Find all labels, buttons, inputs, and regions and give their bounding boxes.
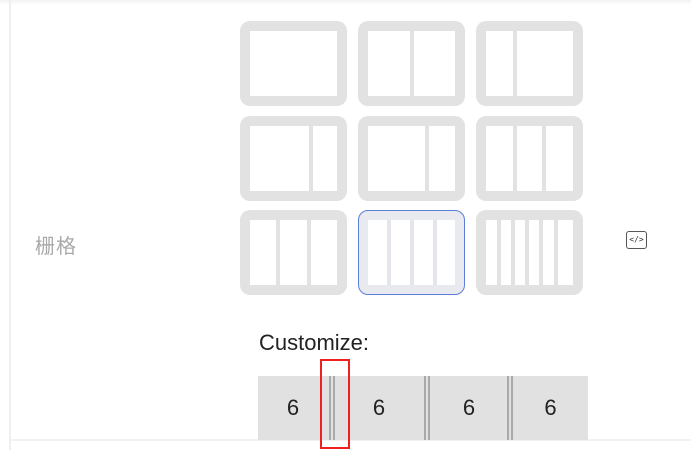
column-divider xyxy=(525,220,529,285)
layout-preview xyxy=(250,126,337,191)
layout-option-8-4-variant[interactable] xyxy=(358,116,465,201)
code-icon[interactable]: </> xyxy=(626,231,647,249)
top-divider xyxy=(0,0,691,5)
column-divider xyxy=(387,220,391,285)
layout-option-4-8[interactable] xyxy=(476,21,583,106)
layout-preview xyxy=(486,220,573,285)
column-width-field[interactable]: 6 xyxy=(430,376,508,440)
column-divider xyxy=(497,220,501,285)
layout-option-4-4-4-variant[interactable] xyxy=(476,116,583,201)
layout-option-8-4[interactable] xyxy=(240,116,347,201)
column-divider xyxy=(410,220,414,285)
layout-option-6-6[interactable] xyxy=(358,21,465,106)
layout-option-4-4-4[interactable] xyxy=(240,210,347,295)
grid-field-label: 栅格 xyxy=(35,236,77,258)
column-divider xyxy=(309,126,313,191)
layout-option-1-column[interactable] xyxy=(240,21,347,106)
layout-preview xyxy=(368,31,455,96)
column-width-field[interactable]: 6 xyxy=(258,376,328,440)
column-divider xyxy=(433,220,437,285)
layout-preview xyxy=(368,220,455,285)
column-divider xyxy=(513,126,517,191)
layout-option-3-3-3-3[interactable] xyxy=(358,210,465,295)
layout-preview xyxy=(250,220,337,285)
layout-option-2-2-2-2-2-2[interactable] xyxy=(476,210,583,295)
column-divider xyxy=(542,126,546,191)
column-divider xyxy=(276,220,280,285)
customize-label: Customize: xyxy=(259,330,370,355)
layout-preview xyxy=(486,126,573,191)
column-divider xyxy=(513,31,517,96)
column-width-field[interactable]: 6 xyxy=(513,376,588,440)
column-divider xyxy=(511,220,515,285)
layout-preview xyxy=(368,126,455,191)
column-width-field[interactable]: 6 xyxy=(335,376,423,440)
layout-preview xyxy=(250,31,337,96)
column-divider xyxy=(554,220,558,285)
layout-preview xyxy=(486,31,573,96)
custom-column-row: 6 6 6 6 xyxy=(258,376,588,440)
column-divider xyxy=(425,126,429,191)
column-divider xyxy=(410,31,414,96)
left-border xyxy=(9,0,11,450)
column-divider xyxy=(539,220,543,285)
column-divider xyxy=(307,220,311,285)
